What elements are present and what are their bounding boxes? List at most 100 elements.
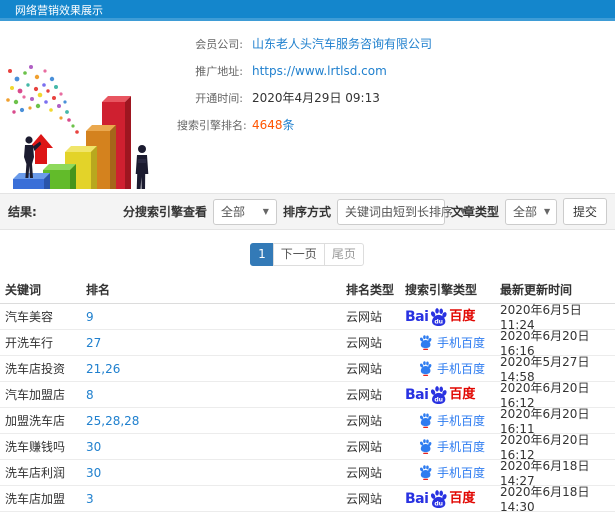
rank-cell: 27 — [86, 336, 346, 350]
mobile-baidu-logo: 手机百度 — [405, 464, 485, 481]
mobile-baidu-paw-icon — [420, 413, 432, 428]
rank-count-label: 搜索引擎排名: — [177, 118, 247, 132]
mobile-baidu-label: 手机百度 — [437, 336, 486, 350]
header-rank-type: 排名类型 — [346, 283, 395, 297]
caret-down-icon: ▼ — [544, 207, 551, 216]
next-page-button[interactable]: 下一页 — [272, 243, 325, 266]
keyword-cell: 加盟洗车店 — [5, 414, 66, 428]
rank-type-cell: 云网站 — [346, 414, 383, 428]
results-table-body: 汽车美容 9 云网站 Bai du 百度 2020年6月5日 11:24 开洗车… — [0, 303, 615, 514]
page-title: 网络营销效果展示 — [15, 4, 103, 17]
mobile-baidu-logo: 手机百度 — [405, 438, 485, 455]
growth-chart-illustration — [0, 27, 185, 211]
info-row-open-time: 开通时间: 2020年4月29日 09:13 — [177, 84, 615, 111]
rank-type-cell: 云网站 — [346, 362, 383, 376]
rank-cell: 30 — [86, 466, 346, 480]
baidu-paw-icon: du — [431, 385, 448, 404]
sort-filter-label: 排序方式 — [282, 205, 331, 219]
sort-filter-select[interactable]: 关键词由短到长排序 ▼ — [336, 198, 466, 225]
baidu-logo-cn-text: 百度 — [449, 387, 476, 402]
article-type-value: 全部 — [512, 205, 537, 219]
rank-cell: 25,28,28 — [86, 414, 346, 428]
engine-filter-label: 分搜索引擎查看 — [122, 205, 207, 219]
top-section: 会员公司: 山东老人头汽车服务咨询有限公司 推广地址: https://www.… — [0, 21, 615, 211]
engine-type-cell: 手机百度 — [405, 360, 500, 377]
engine-type-cell: Bai du 百度 — [405, 489, 500, 508]
rank-link[interactable]: 21,26 — [86, 362, 120, 376]
businessman-right — [135, 145, 149, 193]
rank-link[interactable]: 27 — [86, 336, 101, 350]
svg-text:du: du — [435, 396, 444, 403]
rank-type-cell: 云网站 — [346, 310, 383, 324]
engine-filter-select[interactable]: 全部 ▼ — [212, 198, 277, 225]
header-rank: 排名 — [86, 283, 111, 297]
rank-link[interactable]: 30 — [86, 440, 101, 454]
page-title-bar: 网络营销效果展示 — [0, 0, 615, 21]
keyword-cell: 汽车美容 — [5, 310, 54, 324]
rank-link[interactable]: 9 — [86, 310, 94, 324]
rank-cell: 3 — [86, 492, 346, 506]
keyword-cell: 洗车店利润 — [5, 466, 66, 480]
table-row: 洗车店加盟 3 云网站 Bai du 百度 2020年6月18日 14:30 — [0, 485, 615, 514]
pagination: 1 下一页 尾页 — [0, 230, 615, 276]
baidu-logo-bai-text: Bai — [405, 386, 429, 403]
results-table-header: 关键词 排名 排名类型 搜索引擎类型 最新更新时间 — [0, 276, 615, 304]
mobile-baidu-label: 手机百度 — [437, 414, 486, 428]
baidu-logo: Bai du 百度 — [405, 307, 475, 326]
promo-url-label: 推广地址: — [195, 64, 243, 78]
promo-url-link[interactable]: https://www.lrtlsd.com — [252, 64, 387, 78]
mobile-baidu-label: 手机百度 — [437, 440, 486, 454]
svg-text:du: du — [435, 318, 444, 325]
baidu-logo: Bai du 百度 — [405, 489, 475, 508]
mobile-baidu-logo: 手机百度 — [405, 412, 485, 429]
keyword-cell: 洗车店投资 — [5, 362, 66, 376]
rank-link[interactable]: 8 — [86, 388, 94, 402]
company-label: 会员公司: — [195, 37, 243, 51]
baidu-paw-icon: du — [431, 307, 448, 326]
rank-link[interactable]: 25,28,28 — [86, 414, 139, 428]
mobile-baidu-paw-icon — [420, 361, 432, 376]
rank-type-cell: 云网站 — [346, 492, 383, 506]
mobile-baidu-logo: 手机百度 — [405, 334, 485, 351]
confetti-dots — [6, 65, 79, 134]
mobile-baidu-label: 手机百度 — [437, 466, 486, 480]
mobile-baidu-paw-icon — [420, 439, 432, 454]
rank-count-unit: 条 — [282, 118, 295, 132]
rank-cell: 30 — [86, 440, 346, 454]
engine-type-cell: Bai du 百度 — [405, 385, 500, 404]
company-link[interactable]: 山东老人头汽车服务咨询有限公司 — [252, 35, 432, 52]
caret-down-icon: ▼ — [262, 207, 269, 216]
mobile-baidu-logo: 手机百度 — [405, 360, 485, 377]
results-table: 关键词 排名 排名类型 搜索引擎类型 最新更新时间 汽车美容 9 云网站 Bai — [0, 276, 615, 514]
keyword-cell: 洗车店加盟 — [5, 492, 66, 506]
mobile-baidu-paw-icon — [420, 465, 432, 480]
baidu-logo-bai-text: Bai — [405, 490, 429, 507]
article-type-label: 文章类型 — [450, 205, 499, 219]
info-row-url: 推广地址: https://www.lrtlsd.com — [177, 57, 615, 84]
rank-link[interactable]: 30 — [86, 466, 101, 480]
updated-cell: 2020年6月18日 14:30 — [500, 485, 590, 514]
last-page-button[interactable]: 尾页 — [323, 243, 364, 266]
rank-cell: 9 — [86, 310, 346, 324]
keyword-cell: 汽车加盟店 — [5, 388, 66, 402]
mobile-baidu-label: 手机百度 — [437, 362, 486, 376]
info-row-company: 会员公司: 山东老人头汽车服务咨询有限公司 — [177, 30, 615, 57]
page-1-button[interactable]: 1 — [250, 243, 274, 266]
rank-link[interactable]: 3 — [86, 492, 94, 506]
engine-type-cell: 手机百度 — [405, 464, 500, 481]
rank-cell: 21,26 — [86, 362, 346, 376]
filter-controls: 分搜索引擎查看 全部 ▼ 排序方式 关键词由短到长排序 ▼ 文章类型 全部 ▼ … — [123, 198, 607, 225]
header-updated: 最新更新时间 — [500, 283, 573, 297]
keyword-cell: 洗车赚钱吗 — [5, 440, 66, 454]
open-time-value: 2020年4月29日 09:13 — [252, 91, 380, 105]
article-type-select[interactable]: 全部 ▼ — [504, 198, 557, 225]
baidu-logo: Bai du 百度 — [405, 385, 476, 404]
baidu-logo-bai-text: Bai — [405, 308, 429, 325]
filter-bar: 结果: 分搜索引擎查看 全部 ▼ 排序方式 关键词由短到长排序 ▼ 文章类型 全… — [0, 193, 615, 230]
engine-type-cell: 手机百度 — [405, 412, 500, 429]
baidu-paw-icon: du — [431, 489, 448, 508]
rank-count-number: 4648 — [252, 117, 283, 132]
result-label: 结果: — [8, 205, 37, 219]
rank-type-cell: 云网站 — [346, 466, 383, 480]
submit-button[interactable]: 提交 — [562, 198, 607, 225]
